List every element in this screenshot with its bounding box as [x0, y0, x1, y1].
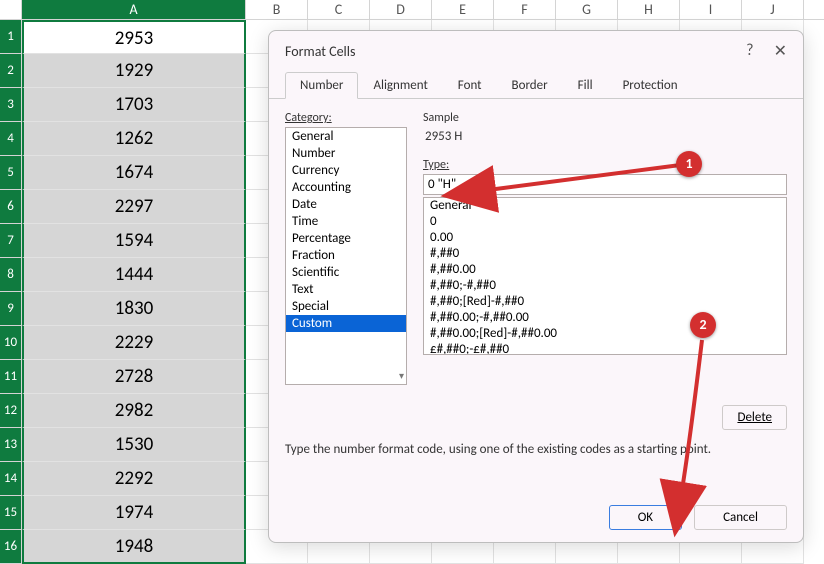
cell[interactable]: 2982 — [22, 394, 246, 428]
close-icon[interactable]: ✕ — [774, 41, 787, 61]
cell[interactable]: 2297 — [22, 190, 246, 224]
format-item[interactable]: #,##0;[Red]-#,##0 — [424, 294, 786, 310]
row-header[interactable]: 14 — [0, 462, 22, 496]
format-item[interactable]: #,##0;-#,##0 — [424, 278, 786, 294]
row-header[interactable]: 4 — [0, 122, 22, 156]
cell[interactable]: 2953 — [22, 20, 246, 54]
category-item[interactable]: Date — [286, 196, 406, 213]
tab-number[interactable]: Number — [285, 72, 358, 99]
category-item[interactable]: Special — [286, 298, 406, 315]
format-item[interactable]: #,##0.00;-#,##0.00 — [424, 310, 786, 326]
category-item[interactable]: General — [286, 128, 406, 145]
category-item[interactable]: Fraction — [286, 247, 406, 264]
titlebar-buttons: ? ✕ — [746, 41, 787, 61]
select-all-corner[interactable] — [0, 0, 22, 19]
column-headers: ABCDEFGHIJ — [0, 0, 824, 20]
format-item[interactable]: #,##0.00;[Red]-#,##0.00 — [424, 326, 786, 342]
row-header[interactable]: 9 — [0, 292, 22, 326]
column-header-G[interactable]: G — [556, 0, 618, 19]
row-header[interactable]: 5 — [0, 156, 22, 190]
category-item[interactable]: Time — [286, 213, 406, 230]
help-icon[interactable]: ? — [746, 41, 753, 61]
row-header[interactable]: 1 — [0, 20, 22, 54]
row-header[interactable]: 2 — [0, 54, 22, 88]
cell[interactable]: 1530 — [22, 428, 246, 462]
row-header[interactable]: 6 — [0, 190, 22, 224]
format-item[interactable]: #,##0 — [424, 246, 786, 262]
sample-label: Sample — [423, 111, 787, 125]
cell[interactable]: 1830 — [22, 292, 246, 326]
column-header-C[interactable]: C — [308, 0, 370, 19]
cell[interactable]: 1703 — [22, 88, 246, 122]
cell[interactable]: 1674 — [22, 156, 246, 190]
category-item[interactable]: Text — [286, 281, 406, 298]
cell[interactable]: 2229 — [22, 326, 246, 360]
category-item[interactable]: Scientific — [286, 264, 406, 281]
cell[interactable]: 1262 — [22, 122, 246, 156]
cell[interactable]: 2292 — [22, 462, 246, 496]
category-item[interactable]: Custom — [286, 315, 406, 332]
dialog-titlebar: Format Cells ? ✕ — [269, 31, 803, 67]
tab-protection[interactable]: Protection — [608, 72, 693, 99]
row-header[interactable]: 16 — [0, 530, 22, 564]
column-header-E[interactable]: E — [432, 0, 494, 19]
cancel-button[interactable]: Cancel — [694, 505, 787, 530]
ok-button[interactable]: OK — [609, 505, 682, 530]
dialog-title: Format Cells — [285, 43, 355, 60]
type-input[interactable] — [423, 174, 787, 195]
format-item[interactable]: 0.00 — [424, 230, 786, 246]
row-header[interactable]: 7 — [0, 224, 22, 258]
row-header[interactable]: 11 — [0, 360, 22, 394]
column-header-B[interactable]: B — [246, 0, 308, 19]
help-text: Type the number format code, using one o… — [269, 438, 803, 461]
cell[interactable]: 1948 — [22, 530, 246, 564]
row-header[interactable]: 15 — [0, 496, 22, 530]
callout-1: 1 — [676, 151, 702, 177]
tab-font[interactable]: Font — [443, 72, 497, 99]
cell[interactable]: 1444 — [22, 258, 246, 292]
cell[interactable]: 1974 — [22, 496, 246, 530]
type-label: Type: — [423, 158, 787, 172]
cell[interactable]: 1594 — [22, 224, 246, 258]
category-item[interactable]: Accounting — [286, 179, 406, 196]
format-cells-dialog: Format Cells ? ✕ NumberAlignmentFontBord… — [268, 30, 804, 543]
row-header[interactable]: 10 — [0, 326, 22, 360]
row-header[interactable]: 8 — [0, 258, 22, 292]
cell[interactable]: 1929 — [22, 54, 246, 88]
category-item[interactable]: Number — [286, 145, 406, 162]
category-item[interactable]: Percentage — [286, 230, 406, 247]
column-header-I[interactable]: I — [680, 0, 742, 19]
column-header-D[interactable]: D — [370, 0, 432, 19]
format-item[interactable]: #,##0.00 — [424, 262, 786, 278]
format-item[interactable]: 0 — [424, 214, 786, 230]
dialog-tabs: NumberAlignmentFontBorderFillProtection — [269, 71, 803, 99]
tab-alignment[interactable]: Alignment — [358, 72, 442, 99]
tab-border[interactable]: Border — [497, 72, 563, 99]
column-header-A[interactable]: A — [22, 0, 246, 19]
column-header-F[interactable]: F — [494, 0, 556, 19]
format-list[interactable]: General00.00#,##0#,##0.00#,##0;-#,##0#,#… — [423, 197, 787, 355]
category-label: Category: — [285, 111, 407, 125]
format-item[interactable]: £#,##0;-£#,##0 — [424, 342, 786, 355]
callout-2: 2 — [690, 312, 716, 338]
row-header[interactable]: 12 — [0, 394, 22, 428]
tab-fill[interactable]: Fill — [563, 72, 608, 99]
column-header-J[interactable]: J — [742, 0, 804, 19]
category-list[interactable]: GeneralNumberCurrencyAccountingDateTimeP… — [285, 127, 407, 385]
category-item[interactable]: Currency — [286, 162, 406, 179]
delete-button[interactable]: Delete — [722, 405, 787, 430]
row-header[interactable]: 3 — [0, 88, 22, 122]
format-item[interactable]: General — [424, 198, 786, 214]
row-header[interactable]: 13 — [0, 428, 22, 462]
sample-value: 2953 H — [423, 129, 787, 144]
cell[interactable]: 2728 — [22, 360, 246, 394]
column-header-H[interactable]: H — [618, 0, 680, 19]
chevron-down-icon: ▾ — [399, 369, 404, 382]
